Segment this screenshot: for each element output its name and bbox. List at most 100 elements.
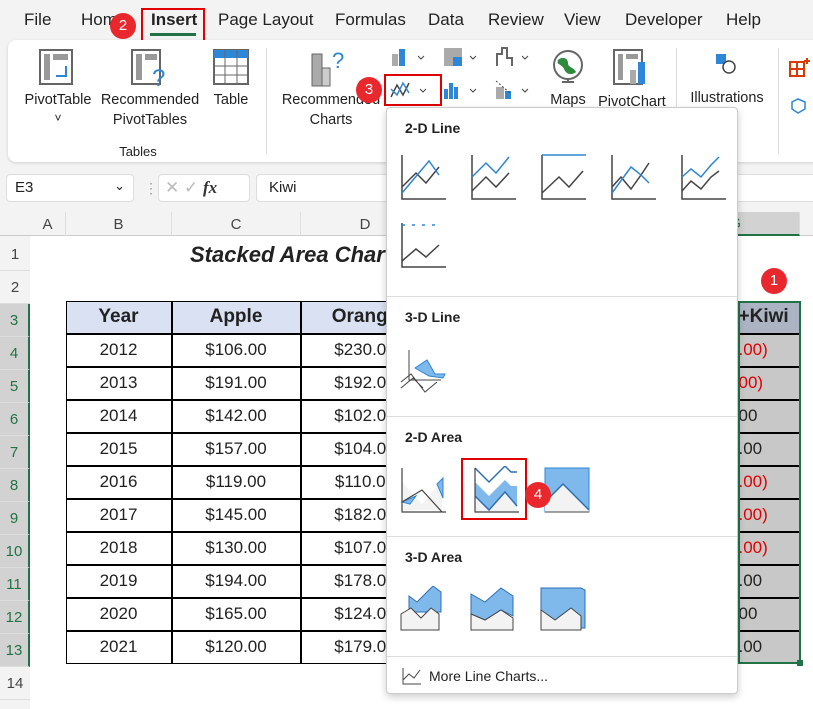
3d-line-chart-icon[interactable]: [399, 348, 449, 394]
fill-handle[interactable]: [797, 660, 803, 666]
chevron-down-icon[interactable]: ⌄: [114, 178, 125, 194]
drag-handle-icon: ⋮: [144, 180, 158, 196]
row-header[interactable]: 12: [0, 601, 30, 634]
column-header-a[interactable]: A: [30, 212, 66, 236]
table-cell[interactable]: 2014: [65, 399, 172, 433]
table-cell[interactable]: $194.00: [171, 564, 301, 598]
table-cell[interactable]: 2017: [65, 498, 172, 532]
step-badge-3: 3: [356, 77, 382, 103]
tab-developer[interactable]: Developer: [625, 10, 703, 30]
table-header-cell[interactable]: Apple: [171, 300, 301, 334]
column-header-c[interactable]: C: [172, 212, 301, 236]
row-header[interactable]: 7: [0, 436, 30, 469]
3d-area-chart-icon[interactable]: [400, 586, 442, 631]
table-cell[interactable]: 2018: [65, 531, 172, 565]
table-cell[interactable]: 2012: [65, 333, 172, 367]
row-header[interactable]: 4: [0, 337, 30, 370]
table-cell[interactable]: $130.00: [171, 531, 301, 565]
table-cell[interactable]: 2020: [65, 597, 172, 631]
recommended-pivottables-button[interactable]: Recommended PivotTables: [98, 90, 202, 130]
tab-help[interactable]: Help: [726, 10, 761, 30]
line-chart-icon[interactable]: [401, 155, 446, 200]
selection-range: [738, 301, 801, 664]
tab-formulas[interactable]: Formulas: [335, 10, 406, 30]
hierarchy-chart-icon[interactable]: [442, 46, 482, 68]
table-cell[interactable]: $157.00: [171, 432, 301, 466]
row-header[interactable]: 14: [0, 667, 30, 700]
section-2d-line: 2-D Line: [405, 120, 461, 136]
stacked-line-chart-icon[interactable]: [471, 155, 516, 200]
pivottable-button[interactable]: PivotTable: [18, 90, 98, 110]
row-header[interactable]: 9: [0, 502, 30, 535]
more-line-charts-link[interactable]: More Line Charts...: [401, 666, 548, 686]
table-cell[interactable]: $142.00: [171, 399, 301, 433]
more-line-charts-label: More Line Charts...: [429, 668, 549, 684]
table-button[interactable]: Table: [205, 90, 257, 110]
waterfall-chart-icon[interactable]: [494, 46, 534, 68]
name-box-value: E3: [15, 179, 34, 196]
3d-stacked-area-chart-icon[interactable]: [470, 587, 514, 631]
section-3d-area: 3-D Area: [405, 549, 463, 565]
addins-icon[interactable]: [788, 56, 812, 80]
statistic-chart-icon[interactable]: [442, 79, 482, 101]
row-header[interactable]: 2: [0, 271, 30, 304]
name-box[interactable]: E3 ⌄: [6, 174, 134, 202]
section-3d-line: 3-D Line: [405, 309, 461, 325]
tab-page-layout[interactable]: Page Layout: [218, 10, 313, 30]
recommended-charts-icon: ?: [311, 48, 344, 87]
pivottable-dropdown[interactable]: ˅: [48, 108, 68, 128]
section-2d-area: 2-D Area: [405, 429, 463, 445]
row-header[interactable]: 11: [0, 568, 30, 601]
table-cell[interactable]: $145.00: [171, 498, 301, 532]
tab-data[interactable]: Data: [428, 10, 464, 30]
3d-area-chart-options: [400, 586, 586, 631]
tab-review[interactable]: Review: [488, 10, 544, 30]
cancel-icon[interactable]: ✕: [165, 178, 179, 197]
row-header[interactable]: 8: [0, 469, 30, 502]
hexagon-icon[interactable]: [790, 96, 812, 118]
table-cell[interactable]: $165.00: [171, 597, 301, 631]
table-icon: [213, 49, 249, 85]
table-header-cell[interactable]: Year: [65, 300, 172, 334]
pivottable-icon: [39, 49, 73, 85]
row-header[interactable]: 13: [0, 634, 30, 667]
line-with-markers-icon[interactable]: [611, 155, 656, 200]
table-cell[interactable]: $119.00: [171, 465, 301, 499]
column-chart-icon[interactable]: [390, 46, 430, 68]
table-cell[interactable]: 2015: [65, 432, 172, 466]
area-chart-icon[interactable]: [400, 468, 446, 513]
step-badge-2: 2: [110, 13, 136, 39]
100-stacked-line-markers-icon[interactable]: [401, 223, 446, 268]
tab-view[interactable]: View: [564, 10, 601, 30]
table-cell[interactable]: $191.00: [171, 366, 301, 400]
insert-function-icon[interactable]: fx: [203, 178, 217, 197]
confirm-icon[interactable]: ✓: [184, 178, 198, 197]
highlight-line-chart-button: [384, 74, 442, 106]
table-cell[interactable]: 2016: [65, 465, 172, 499]
table-cell[interactable]: 2021: [65, 630, 172, 664]
3d-100-stacked-area-chart-icon[interactable]: [540, 587, 586, 631]
100-stacked-area-chart-icon[interactable]: [544, 467, 590, 513]
table-cell[interactable]: $106.00: [171, 333, 301, 367]
divider: [387, 296, 737, 297]
row-header[interactable]: 5: [0, 370, 30, 403]
table-cell[interactable]: $120.00: [171, 630, 301, 664]
row-header[interactable]: 1: [0, 238, 30, 271]
row-header[interactable]: 3: [0, 304, 30, 337]
table-cell[interactable]: 2013: [65, 366, 172, 400]
tab-file[interactable]: File: [24, 10, 51, 30]
group-label-tables: Tables: [119, 144, 157, 159]
step-badge-4: 4: [525, 482, 551, 508]
table-cell[interactable]: 2019: [65, 564, 172, 598]
line-area-chart-dropdown: 2-D Line 3-D Line 2-D Area 4 3-D Area Mo…: [386, 107, 738, 694]
row-header[interactable]: 6: [0, 403, 30, 436]
stacked-line-markers-icon[interactable]: [681, 155, 726, 200]
row-header[interactable]: 10: [0, 535, 30, 568]
illustrations-button[interactable]: Illustrations: [684, 88, 770, 108]
column-header-b[interactable]: B: [66, 212, 172, 236]
100-stacked-line-chart-icon[interactable]: [541, 154, 586, 200]
shapes-icon: [716, 54, 736, 74]
line-chart-options: [401, 154, 726, 268]
combo-chart-icon[interactable]: [494, 79, 534, 101]
divider: [387, 536, 737, 537]
